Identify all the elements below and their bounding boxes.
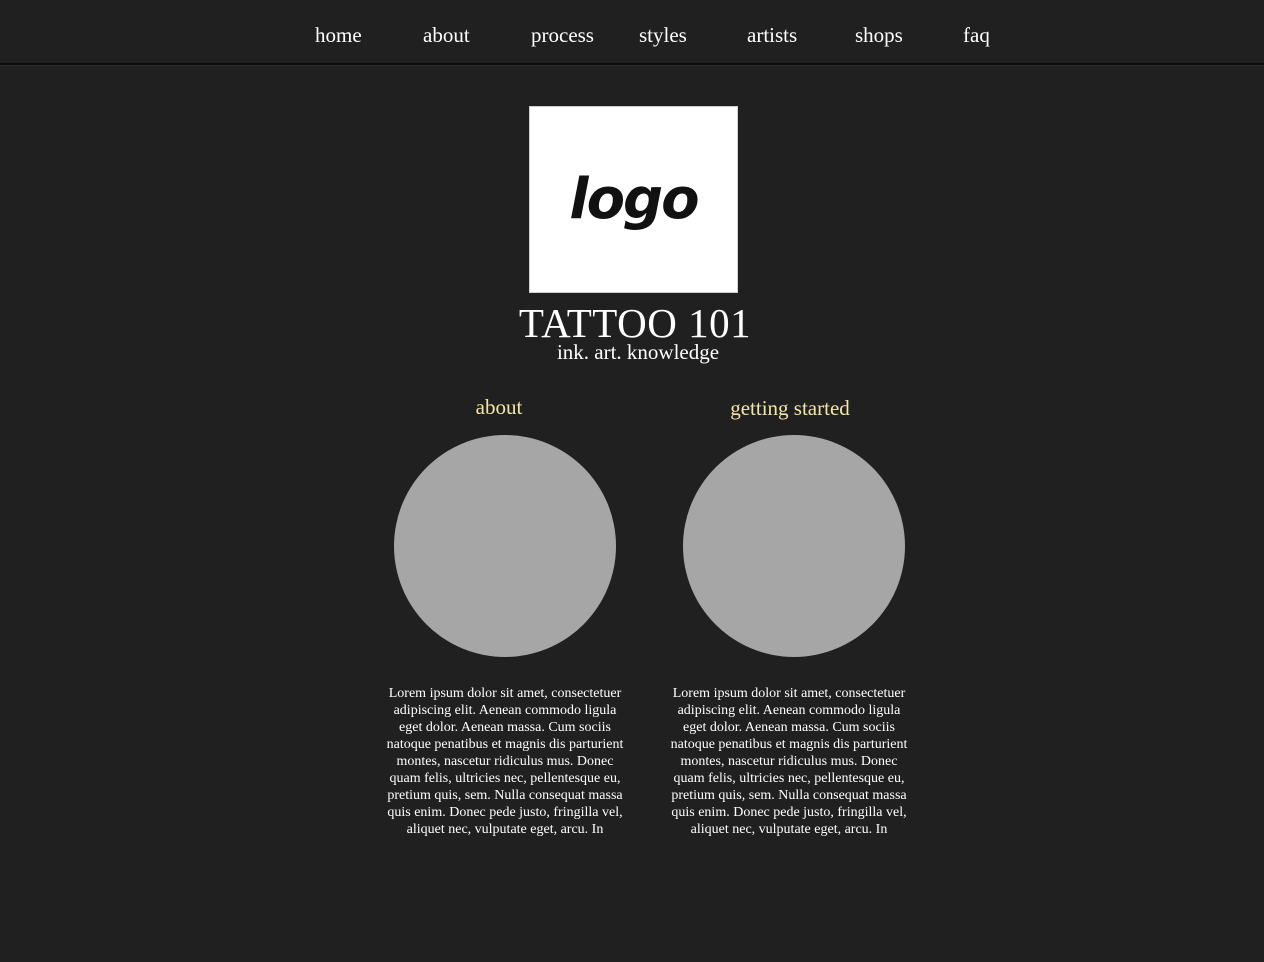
nav-process-link[interactable]: process (531, 22, 594, 48)
nav-about-link[interactable]: about (423, 22, 470, 48)
nav-artists-link[interactable]: artists (747, 22, 797, 48)
about-heading: about (475, 395, 523, 419)
about-image-placeholder (394, 435, 616, 657)
logo-image: logo (529, 106, 738, 293)
site-title: TATTOO 101 (518, 300, 752, 346)
getting-started-body-text: Lorem ipsum dolor sit amet, consectetuer… (670, 686, 908, 837)
getting-started-heading: getting started (730, 396, 850, 420)
about-body-text: Lorem ipsum dolor sit amet, consectetuer… (386, 686, 624, 837)
getting-started-image-placeholder (683, 435, 905, 657)
nav-shops-link[interactable]: shops (855, 22, 903, 48)
top-navigation: home about process styles artists shops … (0, 0, 1264, 65)
nav-faq-link[interactable]: faq (963, 22, 990, 48)
nav-styles-link[interactable]: styles (639, 22, 687, 48)
site-tagline: ink. art. knowledge (556, 340, 720, 364)
nav-home-link[interactable]: home (315, 22, 362, 48)
nav-divider (0, 65, 1264, 66)
logo-text: logo (569, 167, 699, 232)
